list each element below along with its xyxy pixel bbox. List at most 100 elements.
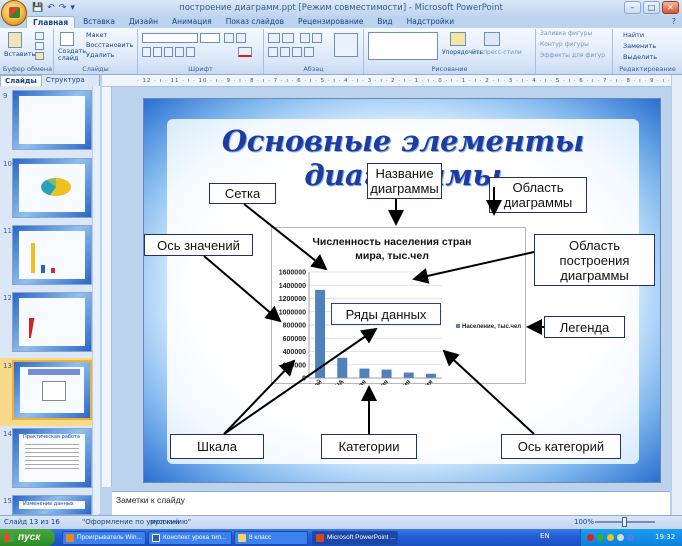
reset-button[interactable]: Восстановить bbox=[86, 41, 133, 49]
shapes-gallery[interactable] bbox=[368, 32, 438, 60]
tab-view[interactable]: Вид bbox=[371, 16, 398, 28]
save-icon[interactable]: 💾 bbox=[32, 2, 43, 14]
taskbar-item-powerpoint[interactable]: Microsoft PowerPoint ... bbox=[312, 531, 398, 545]
cut-icon[interactable] bbox=[35, 32, 44, 40]
decrease-indent-icon[interactable] bbox=[300, 33, 310, 43]
slide-thumb-14[interactable]: Практическая работа bbox=[12, 428, 92, 488]
shape-fill-button[interactable]: Заливка фигуры bbox=[540, 30, 592, 38]
slide[interactable]: Основные элементы диаграммы Название диа… bbox=[143, 98, 661, 483]
slide-thumb-15[interactable]: Изменение данных bbox=[12, 495, 92, 515]
font-size-select[interactable] bbox=[200, 33, 220, 43]
callout-plot-area[interactable]: Область построения диаграммы bbox=[534, 234, 655, 286]
tray-bluetooth-icon[interactable] bbox=[627, 534, 634, 541]
callout-value-axis[interactable]: Ось значений bbox=[144, 234, 253, 256]
tray-network-icon[interactable] bbox=[597, 534, 604, 541]
clock[interactable]: 19:32 bbox=[655, 529, 675, 546]
shape-outline-button[interactable]: Контур фигуры bbox=[540, 41, 589, 49]
customize-qat-icon[interactable]: ▾ bbox=[70, 2, 75, 14]
bar[interactable] bbox=[315, 289, 326, 378]
redo-icon[interactable]: ↷ bbox=[59, 2, 67, 14]
arrange-icon[interactable] bbox=[450, 32, 466, 46]
grow-font-icon[interactable] bbox=[224, 33, 234, 43]
justify-icon[interactable] bbox=[304, 47, 314, 57]
copy-icon[interactable] bbox=[35, 42, 44, 50]
font-color-icon[interactable] bbox=[238, 47, 252, 57]
tray-volume-icon[interactable] bbox=[607, 534, 614, 541]
text-direction-icon[interactable] bbox=[334, 33, 358, 57]
slides-pane-scrollbar[interactable] bbox=[92, 86, 100, 514]
bold-icon[interactable] bbox=[142, 47, 151, 57]
status-zoom[interactable]: 100% bbox=[574, 518, 594, 526]
tab-review[interactable]: Рецензирование bbox=[292, 16, 369, 28]
slide-thumb-11[interactable] bbox=[12, 225, 92, 285]
select-button[interactable]: Выделить bbox=[623, 53, 657, 61]
notes-pane[interactable]: Заметки к слайду bbox=[112, 491, 670, 515]
numbering-icon[interactable] bbox=[282, 33, 294, 43]
shadow-icon[interactable] bbox=[186, 47, 195, 57]
tray-usb-icon[interactable] bbox=[617, 534, 624, 541]
slide-thumb-9[interactable] bbox=[12, 90, 92, 150]
taskbar-item-folder[interactable]: 8 класс bbox=[234, 531, 308, 545]
taskbar-item-word[interactable]: Конспект урока тип... bbox=[148, 531, 232, 545]
taskbar-item-player[interactable]: Проигрыватель Win... bbox=[62, 531, 146, 545]
strikethrough-icon[interactable] bbox=[175, 47, 184, 57]
language-indicator[interactable]: EN bbox=[540, 532, 550, 540]
maximize-button[interactable]: □ bbox=[643, 1, 660, 14]
bar[interactable] bbox=[359, 368, 370, 378]
format-painter-icon[interactable] bbox=[35, 52, 44, 60]
new-slide-icon[interactable] bbox=[60, 32, 74, 46]
tray-antivirus-icon[interactable] bbox=[587, 534, 594, 541]
paste-icon[interactable] bbox=[8, 32, 22, 48]
italic-icon[interactable] bbox=[153, 47, 162, 57]
increase-indent-icon[interactable] bbox=[312, 33, 322, 43]
vertical-scrollbar[interactable] bbox=[671, 75, 682, 515]
bar[interactable] bbox=[337, 357, 348, 378]
undo-icon[interactable]: ↶ bbox=[47, 2, 55, 14]
find-button[interactable]: Найти bbox=[623, 31, 644, 39]
replace-button[interactable]: Заменить bbox=[623, 42, 656, 50]
close-button[interactable]: ✕ bbox=[662, 1, 679, 14]
callout-chart-area[interactable]: Область диаграммы bbox=[489, 177, 587, 213]
tab-design[interactable]: Дизайн bbox=[123, 16, 164, 28]
tab-slides[interactable]: Слайды bbox=[0, 75, 42, 86]
shape-effects-button[interactable]: Эффекты для фигур bbox=[540, 52, 605, 60]
bullets-icon[interactable] bbox=[268, 33, 280, 43]
slide-thumb-13[interactable] bbox=[12, 360, 92, 420]
tab-outline[interactable]: Структура bbox=[42, 75, 89, 86]
help-icon[interactable]: ? bbox=[672, 17, 676, 26]
underline-icon[interactable] bbox=[164, 47, 173, 57]
tab-home[interactable]: Главная bbox=[26, 16, 76, 28]
new-slide-button[interactable]: Создать слайд bbox=[58, 48, 86, 62]
legend-swatch bbox=[456, 324, 460, 328]
tab-insert[interactable]: Вставка bbox=[77, 16, 121, 28]
status-language[interactable]: русский bbox=[150, 518, 180, 526]
paste-button[interactable]: Вставить bbox=[4, 50, 35, 58]
align-right-icon[interactable] bbox=[292, 47, 302, 57]
tab-addins[interactable]: Надстройки bbox=[401, 16, 461, 28]
callout-chart-title[interactable]: Название диаграммы bbox=[367, 163, 442, 199]
delete-slide-button[interactable]: Удалить bbox=[86, 51, 114, 59]
slide-thumb-10[interactable] bbox=[12, 158, 92, 218]
callout-grid[interactable]: Сетка bbox=[209, 183, 276, 204]
bar[interactable] bbox=[381, 369, 392, 378]
bar[interactable] bbox=[425, 373, 436, 378]
callout-legend[interactable]: Легенда bbox=[544, 316, 625, 338]
bar[interactable] bbox=[403, 372, 414, 378]
font-name-select[interactable] bbox=[142, 33, 198, 43]
minimize-button[interactable]: – bbox=[624, 1, 641, 14]
office-button[interactable] bbox=[1, 0, 27, 26]
align-left-icon[interactable] bbox=[268, 47, 278, 57]
tab-animation[interactable]: Анимация bbox=[166, 16, 218, 28]
callout-categories[interactable]: Категории bbox=[321, 434, 417, 459]
callout-data-series[interactable]: Ряды данных bbox=[331, 303, 441, 325]
layout-button[interactable]: Макет bbox=[86, 31, 107, 39]
callout-scale[interactable]: Шкала bbox=[170, 434, 264, 459]
callout-category-axis[interactable]: Ось категорий bbox=[501, 434, 621, 459]
align-center-icon[interactable] bbox=[280, 47, 290, 57]
slide-thumb-12[interactable] bbox=[12, 292, 92, 352]
quick-styles-button[interactable]: Экспресс-стили bbox=[472, 49, 522, 57]
shrink-font-icon[interactable] bbox=[236, 33, 246, 43]
zoom-slider-knob[interactable] bbox=[622, 517, 627, 527]
tab-slideshow[interactable]: Показ слайдов bbox=[220, 16, 290, 28]
quick-styles-icon[interactable] bbox=[484, 32, 500, 46]
